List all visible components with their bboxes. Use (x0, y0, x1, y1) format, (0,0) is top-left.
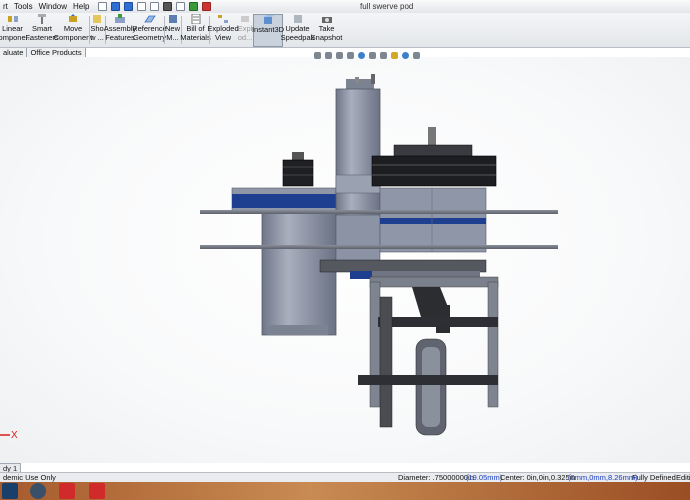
menu-window[interactable]: Window (36, 2, 70, 11)
linear-pattern-icon (7, 16, 18, 22)
license-status: demic Use Only (3, 473, 56, 482)
instant3d-icon (264, 15, 274, 24)
quick-access-toolbar (96, 2, 213, 11)
smart-fasteners-icon (38, 14, 46, 24)
new-motion-study-button[interactable]: New M... (165, 14, 180, 47)
lower-axle (358, 375, 498, 385)
solidworks-icon[interactable] (59, 483, 75, 499)
open-icon[interactable] (111, 2, 121, 11)
definition-state: Fully Defined (632, 473, 676, 482)
linear-component-pattern-button[interactable]: Linear Compone... (0, 14, 32, 47)
smart-fasteners-button[interactable]: Smart Fasteners (25, 14, 59, 47)
reference-geometry-button[interactable]: Reference Geometry (132, 14, 167, 47)
exploded-view-button[interactable]: Exploded View (207, 14, 239, 47)
command-tabs: aluate Office Products (0, 48, 86, 57)
select-icon[interactable] (163, 2, 173, 11)
take-snapshot-button[interactable]: Take Snapshot (311, 14, 342, 47)
show-hidden-components-button[interactable]: Sho w ... (90, 14, 104, 47)
bill-of-materials-icon (191, 14, 200, 24)
disc-icon[interactable] (30, 483, 46, 499)
wheel (415, 338, 447, 436)
options-icon[interactable] (202, 2, 212, 11)
assembly-features-icon (115, 14, 125, 23)
steering-gear (319, 259, 487, 279)
assembly-features-button[interactable]: Assembly Features (104, 14, 136, 47)
diameter-mm-readout: (19.05mm) (466, 473, 503, 482)
take-snapshot-icon (321, 17, 332, 23)
document-title: full swerve pod (360, 2, 414, 11)
file-properties-icon[interactable] (189, 2, 199, 11)
x-axis-label: X (11, 430, 18, 441)
swerve-pod-model[interactable] (0, 57, 690, 463)
center-mm-readout: (0mm,0mm,8.26mm) (568, 473, 638, 482)
menu-insert[interactable]: rt (0, 2, 11, 11)
bill-of-materials-button[interactable]: Bill of Materials (180, 14, 211, 47)
explode-line-sketch-button[interactable]: Expl od... (237, 14, 253, 47)
menu-tools[interactable]: Tools (11, 2, 36, 11)
right-pulley (371, 127, 497, 187)
menu-bar: rt Tools Window Help (0, 0, 690, 14)
taskbar (0, 482, 690, 500)
steam-icon[interactable] (2, 483, 18, 499)
reference-geometry-icon (143, 15, 156, 23)
left-pulley (282, 152, 314, 187)
top-plate (200, 210, 558, 214)
move-component-icon (69, 14, 77, 22)
save-icon[interactable] (124, 2, 134, 11)
upper-axle (378, 317, 498, 327)
tab-office-products[interactable]: Office Products (27, 48, 86, 57)
command-manager: Linear Compone... Smart Fasteners Move C… (0, 13, 690, 48)
new-document-icon[interactable] (98, 2, 108, 11)
status-bar: demic Use Only Diameter: .75000000in (19… (0, 472, 690, 482)
axis-triad: X (0, 430, 18, 441)
edit-mode: Editi (676, 473, 690, 482)
menu-help[interactable]: Help (70, 2, 92, 11)
diameter-readout: Diameter: .75000000in (398, 473, 474, 482)
middle-plate (200, 245, 558, 249)
new-motion-study-icon (168, 15, 177, 23)
center-readout: Center: 0in,0in,0.325in (500, 473, 576, 482)
update-speedpak-button[interactable]: Update Speedpak (281, 14, 314, 47)
side-gear (379, 296, 393, 428)
instant3d-button[interactable]: Instant3D (252, 14, 284, 47)
undo-icon[interactable] (150, 2, 160, 11)
print-icon[interactable] (137, 2, 147, 11)
rebuild-icon[interactable] (176, 2, 186, 11)
solidworks-icon[interactable] (89, 483, 105, 499)
right-housing (379, 187, 487, 253)
left-blue-stripe (232, 194, 336, 208)
move-component-button[interactable]: Move Component (54, 14, 92, 47)
update-speedpak-icon (293, 15, 302, 23)
explode-line-sketch-icon (241, 16, 249, 22)
left-motor (261, 211, 337, 336)
show-hidden-icon (93, 15, 101, 23)
exploded-view-icon (218, 15, 228, 23)
tab-evaluate[interactable]: aluate (0, 48, 28, 57)
